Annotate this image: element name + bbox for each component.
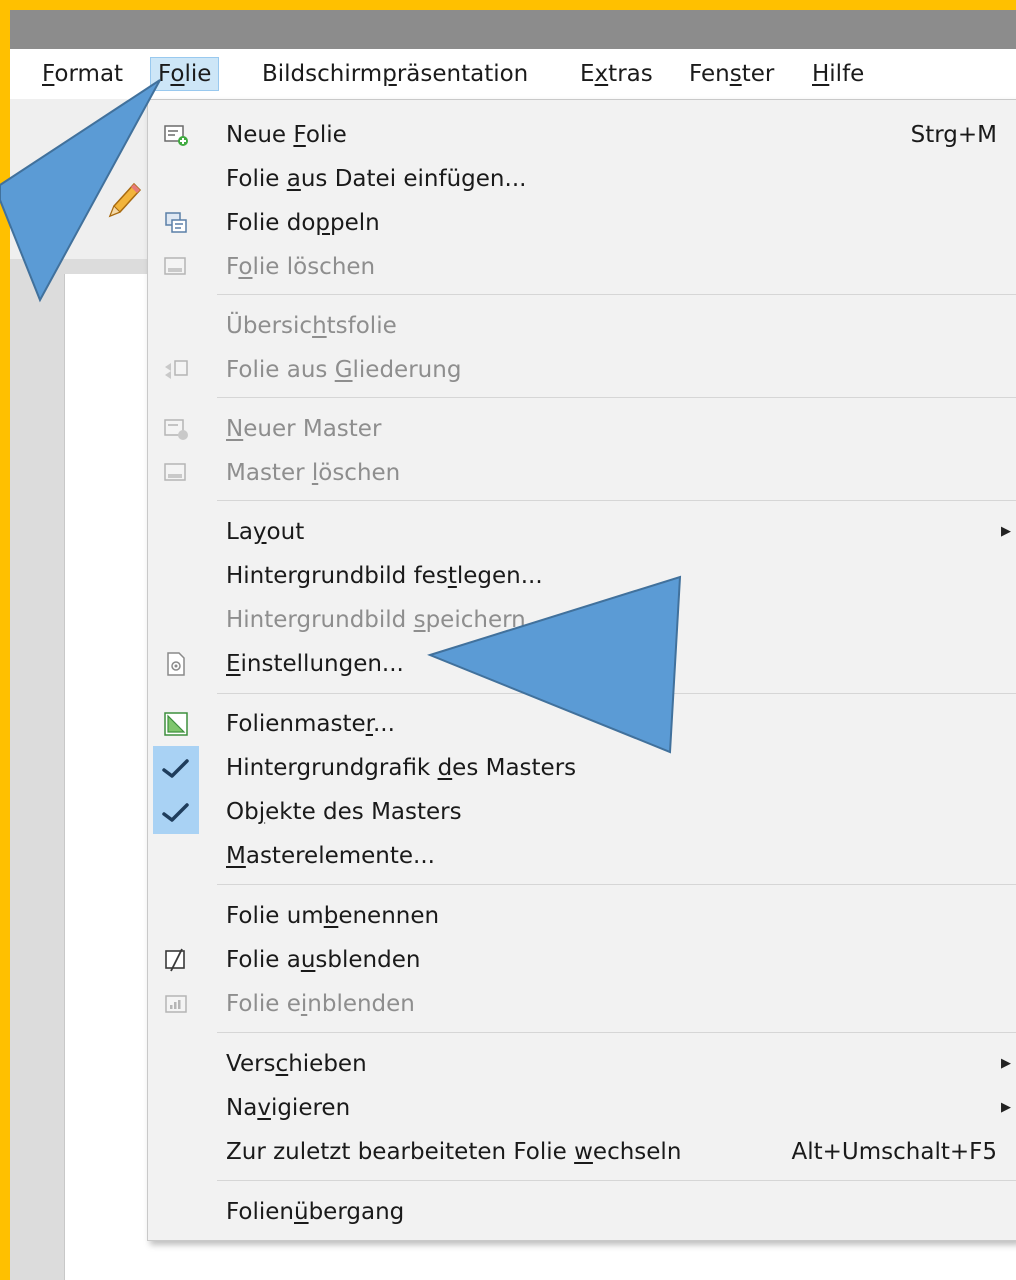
menu-separator — [217, 884, 1016, 885]
delete-slide-icon — [164, 257, 186, 275]
outline-slide-icon — [165, 360, 188, 379]
duplicate-slide-icon — [165, 212, 187, 233]
chevron-down-icon[interactable]: ▾ — [82, 196, 89, 212]
menu-separator — [217, 397, 1016, 398]
app-window: Format Folie Bildschirmpräsentation Extr… — [10, 10, 1016, 1280]
menu-item-verschieben[interactable]: Verschieben ▶ — [148, 1042, 1016, 1086]
menu-format[interactable]: Format — [35, 57, 130, 91]
new-slide-icon — [164, 125, 188, 146]
page-settings-icon — [167, 652, 185, 676]
menu-bar: Format Folie Bildschirmpräsentation Extr… — [10, 49, 1016, 99]
shortcut-label: Alt+Umschalt+F5 — [791, 1139, 998, 1165]
menu-item-folie-einblenden: Folie einblenden — [148, 982, 1016, 1026]
menu-item-zur-zuletzt-bearbeiteten-folie[interactable]: Zur zuletzt bearbeiteten Folie wechseln … — [148, 1130, 1016, 1174]
menu-item-folie-doppeln[interactable]: Folie doppeln — [148, 201, 1016, 245]
checkmark-icon — [162, 759, 189, 778]
menu-folie[interactable]: Folie — [150, 57, 220, 91]
menu-item-layout[interactable]: Layout ▶ — [148, 510, 1016, 554]
delete-master-icon — [164, 463, 186, 481]
submenu-arrow-icon: ▶ — [1001, 1056, 1011, 1071]
menu-separator — [217, 500, 1016, 501]
hide-slide-icon — [165, 948, 185, 972]
menu-item-uebersichtsfolie: Übersichtsfolie — [226, 313, 397, 339]
menu-item-hintergrundgrafik-des-masters[interactable]: Hintergrundgrafik des Masters — [148, 746, 1016, 790]
menu-extras[interactable]: Extras — [573, 57, 660, 91]
menu-item-folie-aus-gliederung: Folie aus Gliederung — [148, 348, 1016, 392]
new-master-icon — [164, 419, 188, 440]
toolbar — [10, 99, 150, 259]
folie-dropdown-menu: Neue Folie Strg+M Folie aus Datei einfüg… — [147, 99, 1016, 1241]
submenu-arrow-icon: ▶ — [1001, 524, 1011, 539]
menu-fenster[interactable]: Fenster — [682, 57, 781, 91]
menu-item-masterelemente[interactable]: Masterelemente... — [148, 834, 1016, 878]
menu-item-folie-ausblenden[interactable]: Folie ausblenden — [148, 938, 1016, 982]
menu-item-navigieren[interactable]: Navigieren ▶ — [148, 1086, 1016, 1130]
menu-item-folienmaster[interactable]: Folienmaster... — [148, 702, 1016, 746]
menu-item-neue-folie[interactable]: Neue Folie Strg+M — [148, 113, 1016, 157]
checkbox-checked — [153, 790, 199, 834]
submenu-arrow-icon: ▶ — [1001, 1100, 1011, 1115]
slide-master-icon — [164, 712, 188, 736]
menu-item-folie-umbenennen[interactable]: Folie umbenennen — [148, 894, 1016, 938]
title-bar — [10, 10, 1016, 49]
pencil-icon[interactable] — [106, 180, 142, 220]
checkmark-icon — [162, 803, 189, 822]
menu-item-folienuebergang[interactable]: Folienübergang — [148, 1190, 1016, 1234]
menu-item-hintergrundbild-festlegen[interactable]: Hintergrundbild festlegen... — [148, 554, 1016, 598]
shortcut-label: Strg+M — [910, 122, 997, 148]
checkbox-checked — [153, 746, 199, 790]
menu-item-folie-loeschen: Folie löschen — [148, 245, 1016, 289]
menu-item-einstellungen[interactable]: Einstellungen... — [148, 642, 1016, 686]
menu-item-master-loeschen: Master löschen — [148, 451, 1016, 495]
show-slide-icon — [165, 995, 187, 1013]
menu-item-objekte-des-masters[interactable]: Objekte des Masters — [148, 790, 1016, 834]
menu-separator — [217, 294, 1016, 295]
menu-item-hintergrundbild-speichern: Hintergrundbild speichern... — [226, 607, 548, 633]
menu-bildschirmpraesentation[interactable]: Bildschirmpräsentation — [255, 57, 535, 91]
menu-separator — [217, 1180, 1016, 1181]
menu-hilfe[interactable]: Hilfe — [805, 57, 871, 91]
menu-item-neuer-master: Neuer Master — [148, 407, 1016, 451]
menu-separator — [217, 693, 1016, 694]
menu-separator — [217, 1032, 1016, 1033]
menu-item-folie-aus-datei[interactable]: Folie aus Datei einfügen... — [148, 157, 1016, 201]
